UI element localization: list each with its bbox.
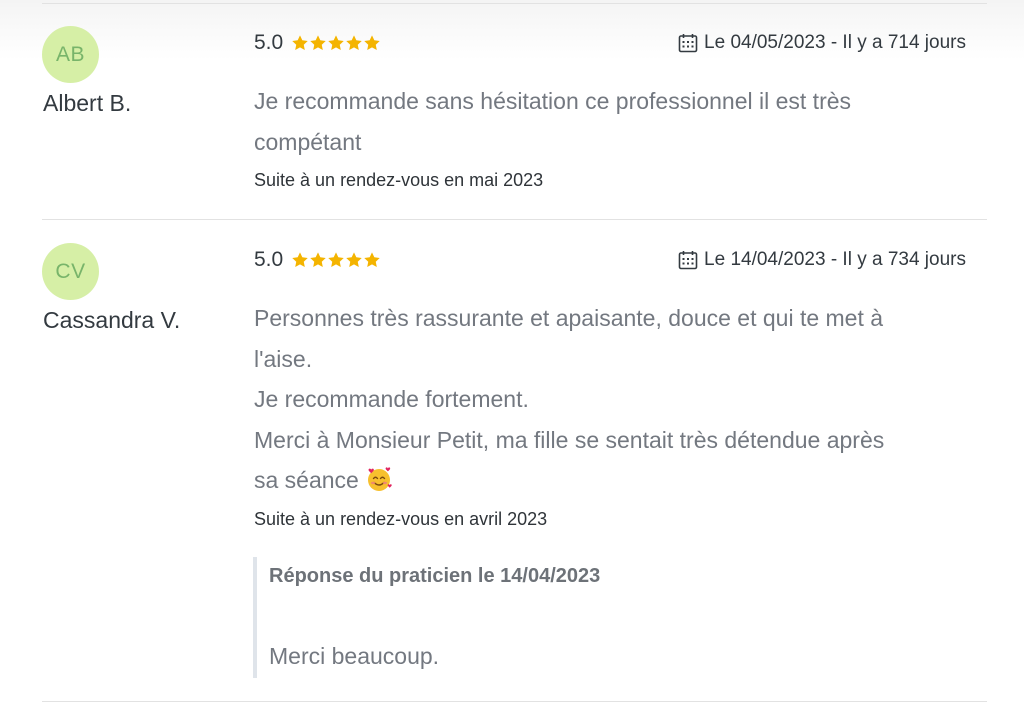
review-date-text: Le 04/05/2023 - Il y a 714 jours — [704, 32, 966, 53]
star-icon — [310, 252, 326, 268]
comment-line: Je recommande sans hésitation ce profess… — [254, 88, 852, 114]
visit-info: Suite à un rendez-vous en mai 2023 — [254, 170, 544, 190]
review-comment: Je recommande sans hésitation ce profess… — [254, 81, 969, 162]
review-date-text: Le 14/04/2023 - Il y a 734 jours — [704, 249, 966, 270]
avatar: AB — [42, 26, 99, 83]
comment-line-last: sa séance — [254, 460, 969, 501]
star-icon — [364, 35, 380, 51]
star-icon — [346, 252, 362, 268]
rating: 5.0 — [254, 248, 381, 272]
review-date: Le 04/05/2023 - Il y a 714 jours — [678, 32, 966, 54]
calendar-icon — [678, 251, 698, 270]
star-icon — [346, 35, 362, 51]
divider-bottom — [42, 701, 987, 702]
divider — [42, 219, 987, 220]
divider-top — [42, 3, 987, 4]
comment-line: l'aise. — [254, 345, 313, 372]
star-icon — [292, 35, 308, 51]
practitioner-reply: Réponse du praticien le 14/04/2023 Merci… — [253, 557, 957, 678]
comment-line: compétant — [254, 128, 362, 155]
review-date: Le 14/04/2023 - Il y a 734 jours — [678, 249, 966, 271]
star-icon — [328, 252, 344, 268]
star-icon — [310, 35, 326, 51]
star-rating — [291, 34, 381, 52]
star-icon — [328, 35, 344, 51]
star-icon — [292, 252, 308, 268]
star-icon — [364, 252, 380, 268]
comment-line: Je recommande fortement. — [254, 386, 529, 412]
calendar-icon — [678, 34, 698, 53]
rating-value: 5.0 — [254, 248, 284, 271]
review-comment: Personnes très rassurante et apaisante, … — [254, 298, 969, 501]
rating: 5.0 — [254, 31, 381, 55]
smiling-face-with-hearts-icon — [367, 467, 392, 491]
reply-text: Merci beaucoup. — [269, 643, 440, 669]
star-rating — [291, 251, 381, 269]
rating-value: 5.0 — [254, 31, 284, 54]
reply-title: Réponse du praticien le 14/04/2023 — [269, 565, 601, 587]
avatar: CV — [42, 243, 99, 300]
comment-line-text: sa séance — [254, 467, 359, 493]
comment-line: Personnes très rassurante et apaisante, … — [254, 305, 884, 331]
reviewer-name: Albert B. — [43, 90, 132, 116]
reviewer-name: Cassandra V. — [43, 307, 181, 333]
reviews-page: AB Albert B. 5.0 Le 04/05/2023 - Il y a … — [0, 0, 1024, 707]
comment-line: Merci à Monsieur Petit, ma fille se sent… — [254, 426, 885, 453]
visit-info: Suite à un rendez-vous en avril 2023 — [254, 509, 548, 529]
